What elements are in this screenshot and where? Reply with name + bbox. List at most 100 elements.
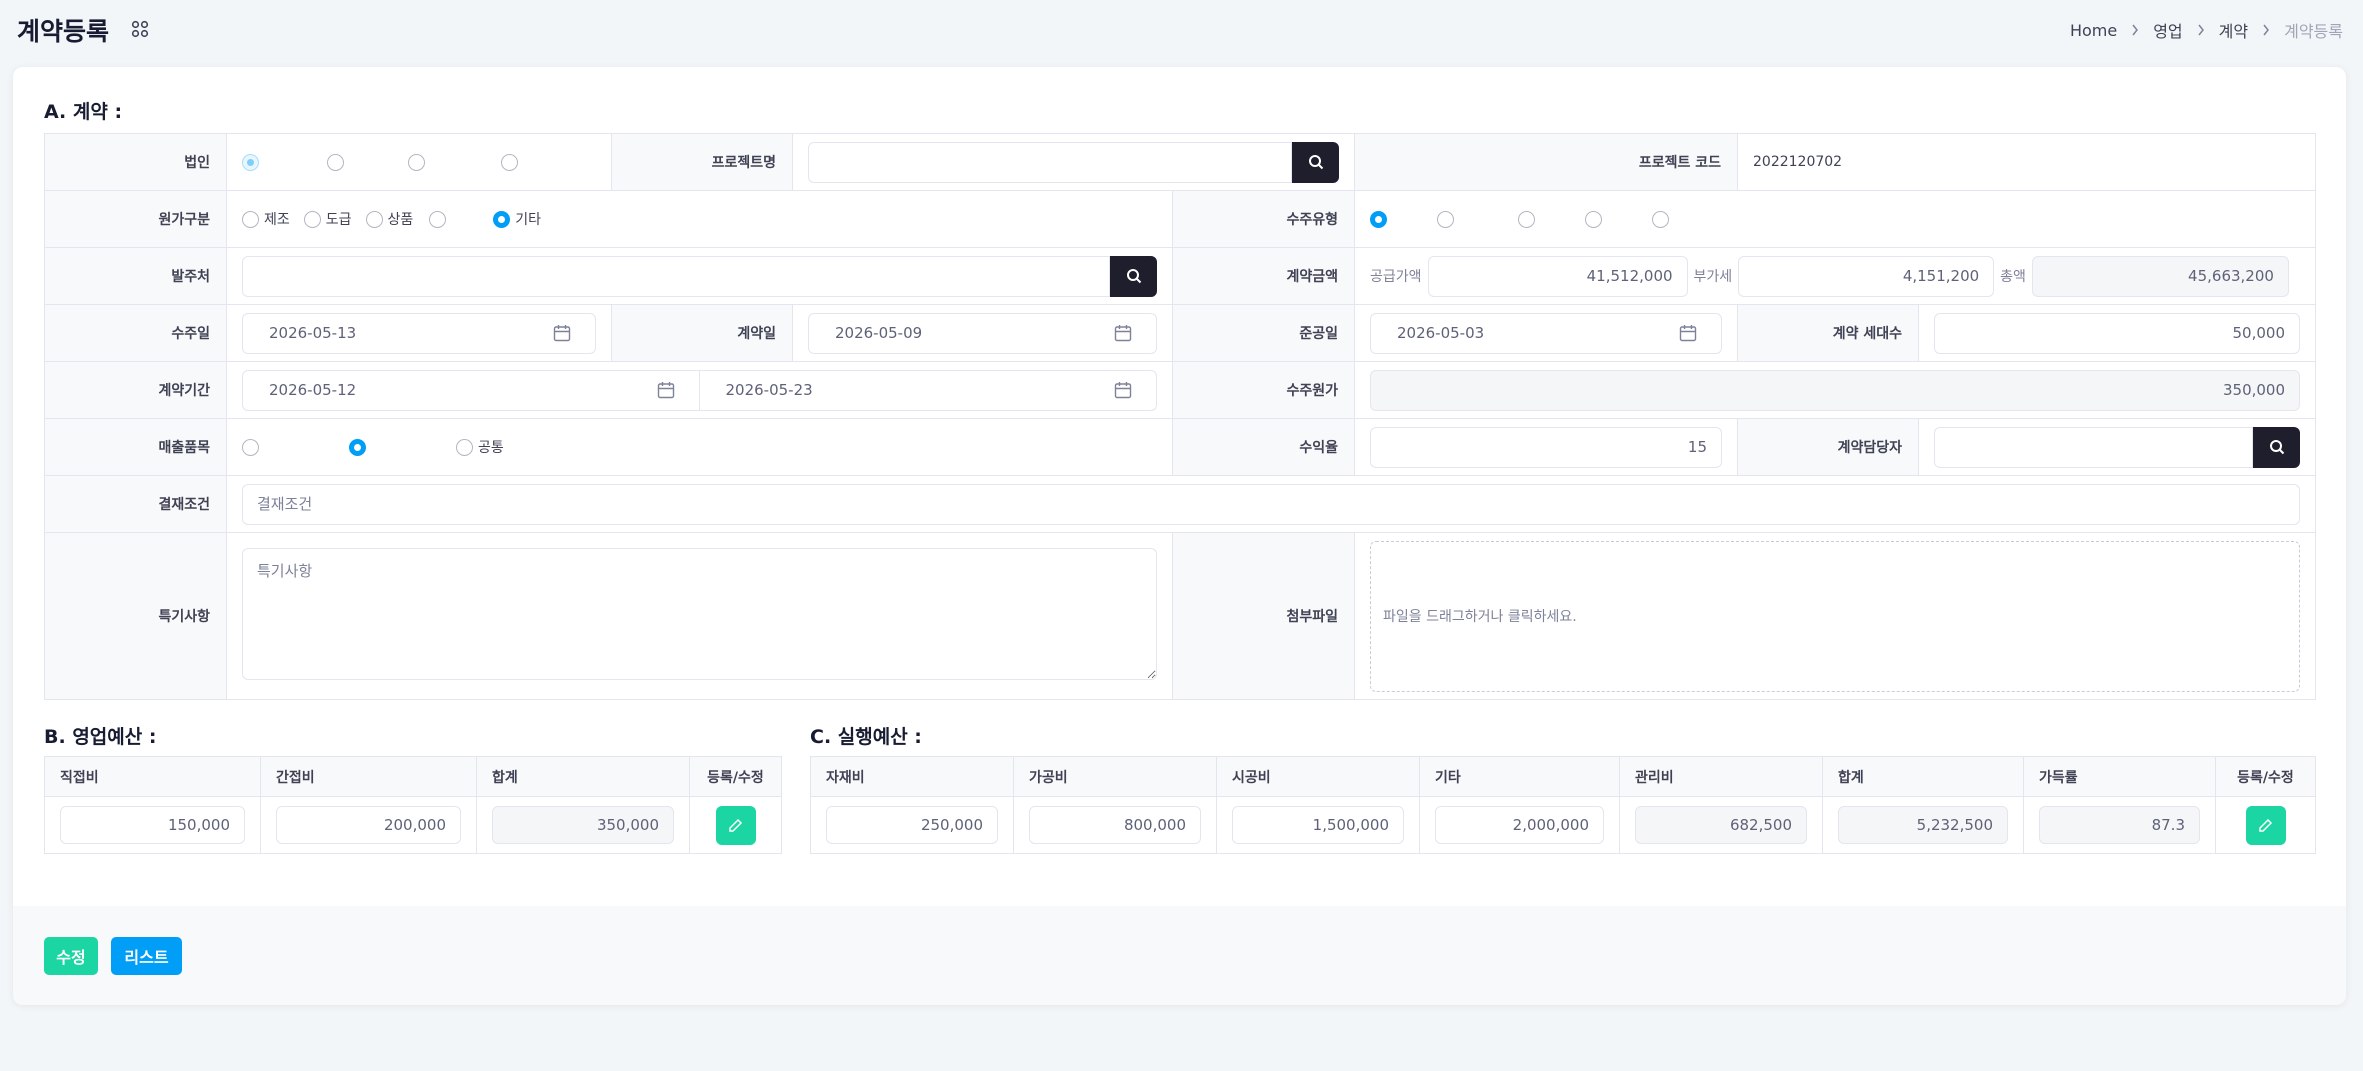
client-search-button[interactable] bbox=[1110, 255, 1157, 297]
search-icon bbox=[1126, 269, 1141, 284]
label-contract-date: 계약일 bbox=[611, 304, 793, 362]
col-total: 합계 bbox=[476, 756, 690, 797]
list-button[interactable]: 리스트 bbox=[111, 937, 182, 975]
order-type-radio-3[interactable] bbox=[1518, 210, 1540, 228]
corp-radio-3[interactable] bbox=[408, 153, 430, 171]
calendar-icon bbox=[1114, 382, 1132, 399]
other-cost-input[interactable] bbox=[1435, 806, 1604, 844]
client-input[interactable] bbox=[242, 255, 1110, 297]
chevron-right-icon bbox=[2197, 24, 2205, 36]
total-label: 총액 bbox=[2000, 269, 2026, 285]
order-type-radio-1[interactable] bbox=[1370, 210, 1392, 228]
direct-cost-input[interactable] bbox=[60, 806, 245, 844]
calendar-icon bbox=[657, 382, 674, 399]
cost-radio-manufacture[interactable]: 제조 bbox=[242, 209, 290, 229]
corp-radio-2[interactable] bbox=[327, 153, 349, 171]
section-a-title: A. 계약 : bbox=[44, 101, 123, 123]
calendar-icon bbox=[553, 325, 571, 342]
label-manager: 계약담당자 bbox=[1737, 418, 1919, 476]
section-b-title: B. 영업예산 : bbox=[44, 726, 157, 748]
completion-date-picker[interactable]: 2026-05-03 bbox=[1370, 312, 1722, 354]
project-name-input[interactable] bbox=[808, 141, 1292, 183]
contract-form-card: A. 계약 : 법인 프로젝트명 프로젝트 코드 2022120702 원가구분… bbox=[13, 67, 2346, 1005]
sales-budget-edit-button[interactable] bbox=[715, 805, 756, 845]
order-date-picker[interactable]: 2026-05-13 bbox=[242, 312, 596, 354]
col-management: 관리비 bbox=[1619, 756, 1823, 797]
chevron-right-icon bbox=[2262, 24, 2270, 36]
construction-cost-input[interactable] bbox=[1232, 806, 1404, 844]
col-exec-total: 합계 bbox=[1822, 756, 2024, 797]
cost-radio-blank[interactable] bbox=[429, 210, 451, 228]
chevron-right-icon bbox=[2131, 24, 2139, 36]
label-completion-date: 준공일 bbox=[1172, 304, 1355, 362]
project-code-value: 2022120702 bbox=[1736, 133, 2317, 191]
col-material: 자재비 bbox=[810, 756, 1014, 797]
order-type-radio-4[interactable] bbox=[1585, 210, 1607, 228]
breadcrumb-contract[interactable]: 계약 bbox=[2219, 18, 2248, 42]
col-direct-cost: 직접비 bbox=[44, 756, 261, 797]
calendar-icon bbox=[1114, 325, 1132, 342]
label-payment: 결재조건 bbox=[44, 475, 227, 533]
pencil-icon bbox=[2259, 818, 2273, 832]
processing-cost-input[interactable] bbox=[1029, 806, 1201, 844]
breadcrumb-current: 계약등록 bbox=[2284, 22, 2343, 41]
label-households: 계약 세대수 bbox=[1737, 304, 1919, 362]
cost-radio-other[interactable]: 기타 bbox=[493, 209, 541, 229]
breadcrumb-home[interactable]: Home bbox=[2070, 21, 2117, 40]
sales-item-radio-2[interactable] bbox=[349, 438, 371, 456]
breadcrumb: Home 영업 계약 계약등록 bbox=[2070, 18, 2343, 42]
cost-radio-goods[interactable]: 상품 bbox=[365, 209, 413, 229]
label-attachment: 첨부파일 bbox=[1172, 532, 1355, 700]
exec-total-input bbox=[1838, 806, 2008, 844]
execution-budget-table: 자재비 가공비 시공비 기타 관리비 합계 가득률 등록/수정 bbox=[810, 756, 2316, 854]
corp-radio-1[interactable] bbox=[242, 153, 264, 171]
sales-total-input bbox=[492, 806, 674, 844]
col-construction: 시공비 bbox=[1216, 756, 1420, 797]
corp-radio-4[interactable] bbox=[501, 153, 523, 171]
period-end-picker[interactable]: 2026-05-23 bbox=[699, 369, 1157, 411]
apps-grid-icon[interactable] bbox=[131, 20, 149, 38]
label-order-cost: 수주원가 bbox=[1172, 361, 1355, 419]
payment-terms-input[interactable] bbox=[242, 483, 2301, 525]
cost-type-radio-group: 제조 도급 상품 기타 bbox=[242, 199, 1157, 240]
table-row bbox=[44, 796, 782, 854]
search-icon bbox=[1308, 155, 1323, 170]
contract-date-picker[interactable]: 2026-05-09 bbox=[808, 312, 1157, 354]
households-input[interactable] bbox=[1934, 312, 2301, 354]
vat-label: 부가세 bbox=[1693, 269, 1733, 285]
label-order-date: 수주일 bbox=[44, 304, 227, 362]
manager-input[interactable] bbox=[1934, 426, 2254, 468]
top-bar: 계약등록 Home 영업 계약 계약등록 bbox=[0, 0, 2363, 58]
edit-button[interactable]: 수정 bbox=[44, 937, 98, 975]
supply-amount-input[interactable] bbox=[1427, 255, 1688, 297]
file-dropzone[interactable]: 파일을 드래그하거나 클릭하세요. bbox=[1370, 540, 2301, 692]
order-type-radio-group bbox=[1370, 199, 2300, 240]
indirect-cost-input[interactable] bbox=[276, 806, 461, 844]
contract-form-table: 법인 프로젝트명 프로젝트 코드 2022120702 원가구분 제조 도급 상… bbox=[44, 133, 2317, 700]
order-type-radio-2[interactable] bbox=[1437, 210, 1459, 228]
dropzone-text: 파일을 드래그하거나 클릭하세요. bbox=[1383, 609, 1577, 625]
client-group bbox=[242, 255, 1157, 297]
margin-rate-input bbox=[2039, 806, 2200, 844]
material-cost-input[interactable] bbox=[826, 806, 998, 844]
col-processing: 가공비 bbox=[1013, 756, 1217, 797]
notes-textarea[interactable] bbox=[242, 548, 1157, 680]
project-search-button[interactable] bbox=[1292, 141, 1339, 183]
label-project-name: 프로젝트명 bbox=[611, 133, 793, 191]
pencil-icon bbox=[729, 818, 743, 832]
col-exec-register: 등록/수정 bbox=[2215, 756, 2316, 797]
period-start-picker[interactable]: 2026-05-12 bbox=[242, 369, 700, 411]
breadcrumb-sales[interactable]: 영업 bbox=[2153, 18, 2182, 42]
label-notes: 특기사항 bbox=[44, 532, 227, 700]
vat-amount-input[interactable] bbox=[1738, 255, 1995, 297]
sales-item-radio-1[interactable] bbox=[242, 438, 264, 456]
label-project-code: 프로젝트 코드 bbox=[1354, 133, 1738, 191]
order-cost-input bbox=[1370, 369, 2301, 411]
label-period: 계약기간 bbox=[44, 361, 227, 419]
profit-rate-input[interactable] bbox=[1370, 426, 1722, 468]
order-type-radio-5[interactable] bbox=[1652, 210, 1674, 228]
execution-budget-edit-button[interactable] bbox=[2245, 805, 2286, 845]
sales-item-radio-common[interactable]: 공통 bbox=[456, 437, 504, 457]
cost-radio-contract[interactable]: 도급 bbox=[303, 209, 352, 229]
manager-search-button[interactable] bbox=[2253, 426, 2301, 468]
